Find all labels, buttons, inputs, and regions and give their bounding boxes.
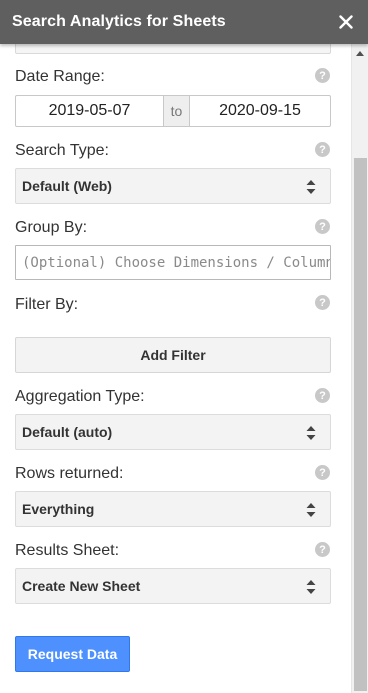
search-type-value: Default (Web) [22, 178, 112, 194]
rows-returned-value: Everything [22, 501, 95, 517]
close-icon[interactable] [335, 11, 357, 33]
updown-arrows-icon [306, 180, 316, 194]
filter-by-help-icon[interactable]: ? [315, 295, 330, 310]
results-sheet-label: Results Sheet: [15, 542, 120, 559]
add-filter-button[interactable]: Add Filter [15, 337, 331, 373]
search-type-select[interactable]: Default (Web) [15, 168, 331, 204]
filter-by-label: Filter By: [15, 296, 79, 313]
date-range-row: to [15, 95, 331, 127]
aggregation-type-value: Default (auto) [22, 424, 113, 440]
rows-returned-select[interactable]: Everything [15, 491, 331, 527]
aggregation-type-label: Aggregation Type: [15, 388, 145, 405]
scrollbar-thumb[interactable] [354, 158, 367, 691]
updown-arrows-icon [306, 426, 316, 440]
sidebar-form: Date Range: ? to Search Type: ? Default … [0, 44, 346, 693]
group-by-label: Group By: [15, 219, 88, 236]
scroll-up-arrow-icon[interactable] [356, 51, 364, 56]
date-range-separator: to [164, 95, 189, 127]
sidebar-header: Search Analytics for Sheets [0, 0, 368, 44]
results-sheet-select[interactable]: Create New Sheet [15, 568, 331, 604]
vertical-scrollbar[interactable] [351, 44, 368, 693]
group-by-input[interactable] [15, 245, 331, 280]
results-sheet-value: Create New Sheet [22, 578, 141, 594]
close-icon-glyph [339, 15, 353, 29]
start-date-input[interactable] [15, 95, 164, 127]
date-range-help-icon[interactable]: ? [315, 68, 330, 83]
rows-returned-label: Rows returned: [15, 465, 124, 482]
updown-arrows-icon [306, 580, 316, 594]
updown-arrows-icon [306, 503, 316, 517]
search-type-help-icon[interactable]: ? [315, 142, 330, 157]
group-by-help-icon[interactable]: ? [315, 219, 330, 234]
results-sheet-help-icon[interactable]: ? [315, 542, 330, 557]
rows-returned-help-icon[interactable]: ? [315, 465, 330, 480]
previous-field-partial[interactable] [15, 44, 331, 54]
aggregation-type-select[interactable]: Default (auto) [15, 414, 331, 450]
search-type-label: Search Type: [15, 142, 109, 159]
request-data-button[interactable]: Request Data [15, 636, 130, 672]
aggregation-type-help-icon[interactable]: ? [315, 388, 330, 403]
date-range-label: Date Range: [15, 68, 105, 85]
end-date-input[interactable] [189, 95, 331, 127]
sidebar-title: Search Analytics for Sheets [12, 13, 226, 30]
